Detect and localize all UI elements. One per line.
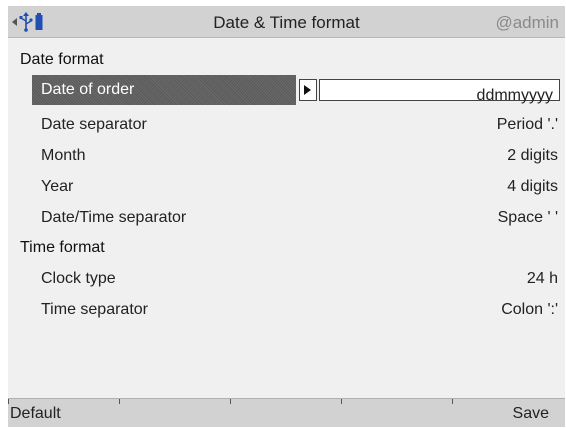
softkey-label: Save [512,405,549,422]
setting-value: Period '.' [496,116,558,133]
user-label: @admin [495,13,559,32]
setting-value: ddmmyyyy [476,87,553,104]
triangle-right-icon [304,85,311,95]
save-button[interactable]: Save [452,399,565,427]
default-button[interactable]: Default [8,399,119,427]
setting-row-date-of-order[interactable]: Date of order ddmmyyyy [32,75,560,105]
softkey-label: Default [10,405,61,422]
setting-row-time-separator[interactable]: Time separator Colon ':' [32,295,560,325]
title-bar: Date & Time format @admin [8,6,565,38]
setting-label: Month [41,147,86,164]
setting-label: Year [41,178,74,195]
section-title-time-format: Time format [20,239,105,256]
setting-value: 24 h [526,270,558,287]
setting-row-month[interactable]: Month 2 digits [32,141,560,171]
softkey-4[interactable] [341,399,452,427]
softkey-divider [230,399,231,404]
setting-row-date-separator[interactable]: Date separator Period '.' [32,110,560,140]
setting-value: Space ' ' [497,209,558,226]
section-title-date-format: Date format [20,51,104,68]
setting-row-date-time-separator[interactable]: Date/Time separator Space ' ' [32,203,560,233]
softkey-3[interactable] [230,399,341,427]
setting-label: Clock type [41,270,116,287]
setting-value-field[interactable]: ddmmyyyy [319,79,560,104]
setting-label: Date of order [41,81,135,98]
softkey-2[interactable] [119,399,230,427]
setting-row-year[interactable]: Year 4 digits [32,172,560,202]
softkey-bar: Default Save [8,398,565,427]
setting-label: Date separator [41,116,147,133]
screen: Date & Time format @admin Date format Da… [8,6,565,427]
setting-value: 4 digits [507,178,558,195]
softkey-divider [8,399,9,404]
softkey-divider [341,399,342,404]
softkey-divider [119,399,120,404]
setting-value: Colon ':' [501,301,558,318]
setting-row-clock-type[interactable]: Clock type 24 h [32,264,560,294]
page-title: Date & Time format [213,13,360,32]
softkey-divider [452,399,453,404]
edit-marker[interactable] [299,79,317,101]
setting-value: 2 digits [507,147,558,164]
setting-label: Time separator [41,301,148,318]
setting-label: Date/Time separator [41,209,187,226]
